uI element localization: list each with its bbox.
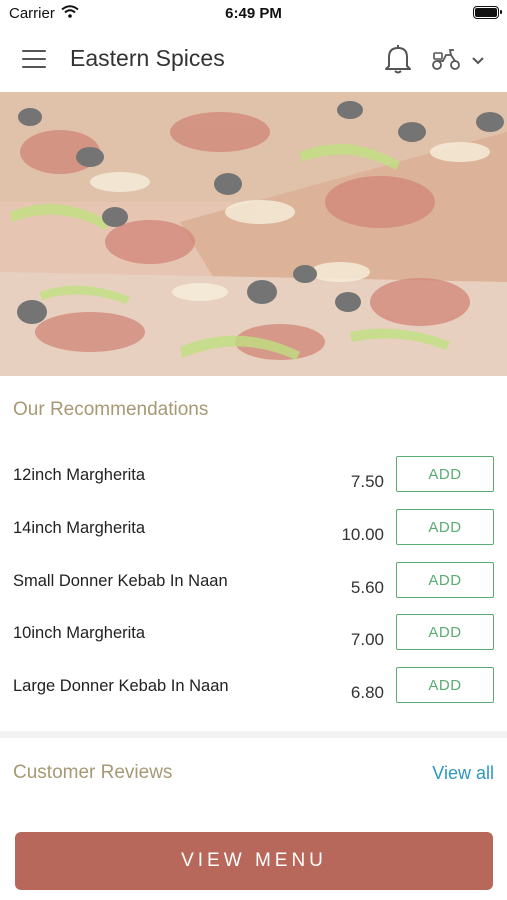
hero-overlay — [0, 92, 507, 376]
item-name: 12inch Margherita — [13, 466, 146, 484]
section-divider — [0, 731, 507, 738]
hero-image — [0, 92, 507, 376]
add-button[interactable]: ADD — [396, 667, 494, 703]
battery-icon — [473, 6, 502, 19]
restaurant-title: Eastern Spices — [70, 45, 225, 71]
bell-icon[interactable] — [384, 44, 412, 79]
reviews-title: Customer Reviews — [13, 762, 173, 783]
list-item: Large Donner Kebab In Naan 6.80 ADD — [0, 667, 507, 729]
recommendations-title: Our Recommendations — [13, 399, 209, 420]
item-name: Small Donner Kebab In Naan — [13, 572, 228, 590]
item-price: 7.50 — [350, 472, 384, 491]
item-name: Large Donner Kebab In Naan — [13, 677, 229, 695]
add-button[interactable]: ADD — [396, 456, 494, 492]
item-name: 10inch Margherita — [13, 624, 146, 642]
scooter-icon[interactable] — [431, 47, 461, 76]
add-button[interactable]: ADD — [396, 562, 494, 598]
app-header: Eastern Spices — [0, 28, 507, 92]
status-bar: Carrier 6:49 PM — [0, 0, 507, 28]
item-price: 5.60 — [350, 578, 384, 597]
item-price: 10.00 — [341, 525, 384, 544]
item-price: 6.80 — [350, 683, 384, 702]
menu-icon[interactable] — [22, 50, 48, 68]
view-all-link[interactable]: View all — [432, 763, 494, 784]
item-price: 7.00 — [350, 630, 384, 649]
add-button[interactable]: ADD — [396, 509, 494, 545]
status-time: 6:49 PM — [225, 5, 282, 22]
add-button[interactable]: ADD — [396, 614, 494, 650]
view-menu-button[interactable]: VIEW MENU — [15, 832, 493, 890]
chevron-down-icon[interactable] — [471, 53, 485, 71]
item-name: 14inch Margherita — [13, 519, 146, 537]
